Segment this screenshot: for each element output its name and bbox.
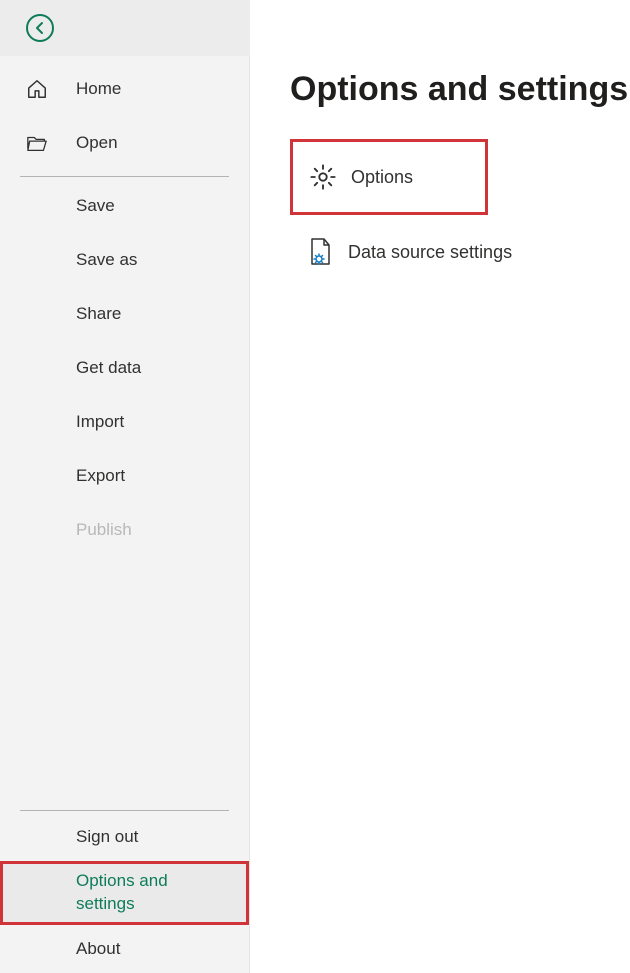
nav-item-label: Import	[76, 412, 124, 432]
gear-icon	[309, 163, 351, 191]
page-title: Options and settings	[290, 70, 630, 109]
folder-open-icon	[26, 133, 76, 153]
option-row-data-source-settings[interactable]: Data source settings	[290, 217, 550, 287]
nav-item-label: Options and settings	[76, 870, 226, 916]
nav-item-label: About	[76, 938, 120, 961]
nav-item-sign-out[interactable]: Sign out	[0, 813, 249, 861]
nav-item-about[interactable]: About	[0, 925, 249, 973]
sidebar: Home Open Save Save as Share Get data	[0, 0, 250, 973]
nav-item-label: Export	[76, 466, 125, 486]
nav-item-label: Publish	[76, 520, 132, 540]
nav-item-label: Open	[76, 133, 118, 153]
nav-item-label: Sign out	[76, 826, 138, 849]
nav-item-label: Save as	[76, 250, 137, 270]
nav-item-get-data[interactable]: Get data	[0, 341, 249, 395]
option-row-label: Options	[351, 167, 413, 188]
nav-item-save-as[interactable]: Save as	[0, 233, 249, 287]
nav-item-open[interactable]: Open	[0, 116, 249, 170]
nav-item-import[interactable]: Import	[0, 395, 249, 449]
nav-item-publish: Publish	[0, 503, 249, 557]
nav-item-home[interactable]: Home	[0, 62, 249, 116]
nav-item-label: Share	[76, 304, 121, 324]
nav-list: Home Open Save Save as Share Get data	[0, 56, 249, 557]
divider	[20, 810, 229, 811]
nav-item-label: Home	[76, 79, 121, 99]
nav-item-label: Save	[76, 196, 115, 216]
main-content: Options and settings Options Data source…	[250, 0, 630, 973]
file-gear-icon	[306, 237, 348, 267]
back-arrow-icon	[26, 14, 54, 42]
bottom-nav: Sign out Options and settings About	[0, 804, 249, 973]
nav-item-label: Get data	[76, 358, 141, 378]
nav-item-export[interactable]: Export	[0, 449, 249, 503]
highlight-options: Options	[290, 139, 488, 215]
back-button[interactable]	[0, 0, 250, 56]
nav-item-share[interactable]: Share	[0, 287, 249, 341]
spacer	[0, 557, 249, 804]
nav-item-save[interactable]: Save	[0, 179, 249, 233]
option-row-label: Data source settings	[348, 242, 512, 263]
divider	[20, 176, 229, 177]
home-icon	[26, 78, 76, 100]
option-row-options[interactable]: Options	[293, 142, 485, 212]
nav-item-options-and-settings[interactable]: Options and settings	[0, 861, 249, 925]
